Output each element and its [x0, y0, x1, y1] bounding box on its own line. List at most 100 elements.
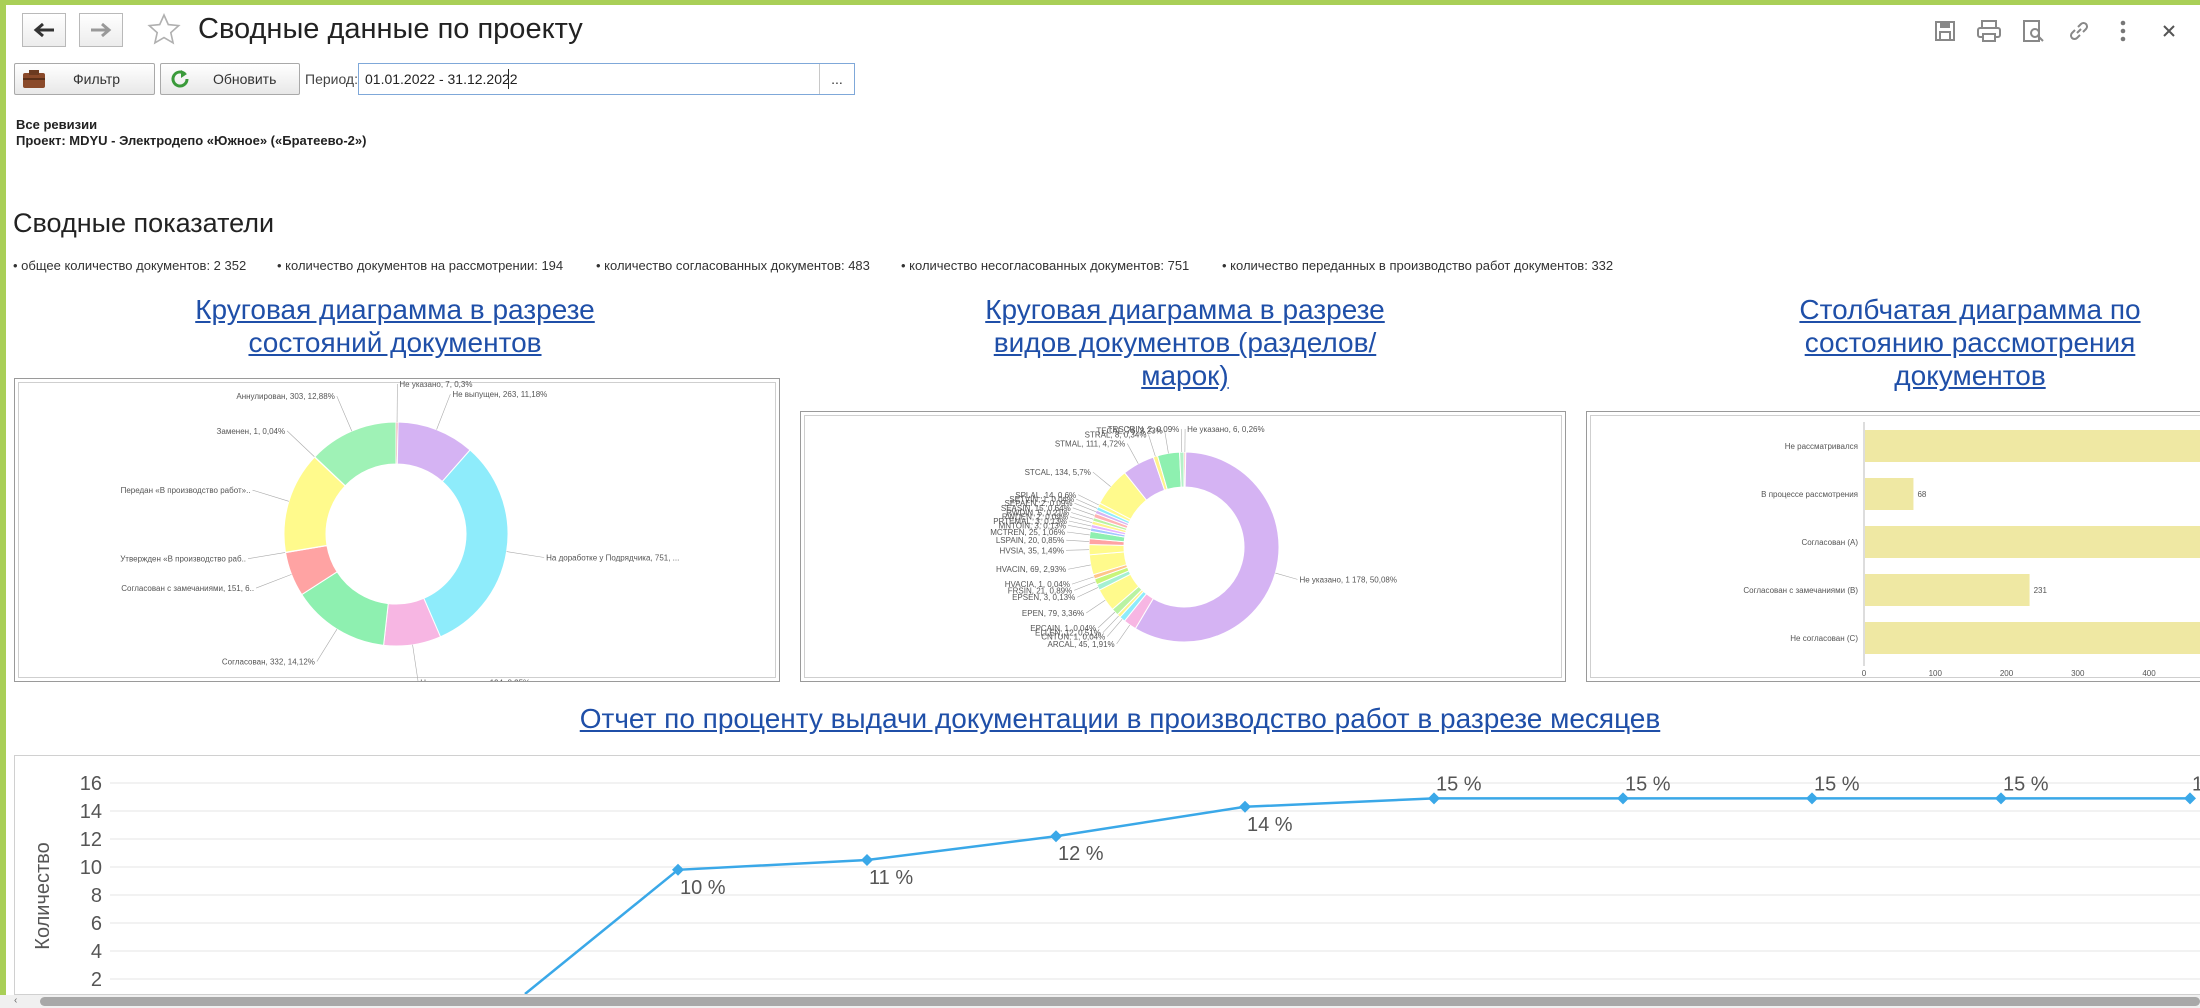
period-select-button[interactable]: ...	[819, 64, 854, 94]
types-leader	[1275, 572, 1298, 580]
review-bar-category: В процессе рассмотрения	[1761, 490, 1858, 499]
types-leader	[1071, 576, 1094, 585]
states-leader	[436, 394, 451, 430]
summary-in-review: • количество документов на рассмотрении:…	[277, 258, 564, 273]
types-slice-label: EPCAIN, 1, 0,04%	[1030, 624, 1096, 633]
review-bar-panel: Не рассматривался662В процессе рассмотре…	[1586, 411, 2200, 682]
states-leader	[252, 489, 289, 502]
review-bar-category: Не рассматривался	[1785, 442, 1858, 451]
line-point-label: 15 %	[1814, 773, 1860, 795]
project-label: Проект: MDYU - Электродепо «Южное» («Бра…	[16, 133, 367, 148]
save-icon[interactable]	[1930, 16, 1960, 46]
filter-label: Фильтр	[73, 71, 121, 87]
revisions-label: Все ревизии	[16, 117, 98, 132]
line-y-tick: 2	[91, 969, 102, 991]
line-point-label: 15 %	[1436, 773, 1482, 795]
link-states-pie[interactable]: Круговая диаграмма в разрезе состояний д…	[170, 293, 620, 359]
line-y-axis-title: Количество	[32, 842, 54, 949]
line-point-label: 15 %	[2003, 773, 2049, 795]
print-icon[interactable]	[1974, 16, 2004, 46]
monthly-line-panel: 2 4 6 8 10 12 14 16 Количество 10 % 11 % 12 % 14 % 15…	[14, 755, 2200, 995]
period-field[interactable]: 01.01.2022 - 31.12.2022 ...	[358, 63, 855, 95]
types-leader	[1066, 539, 1090, 542]
types-slice-label: HVSIA, 35, 1,49%	[1000, 546, 1064, 555]
line-series	[524, 797, 2190, 994]
review-bar	[1865, 574, 2030, 606]
types-slice-label: STCAL, 134, 5,7%	[1025, 468, 1091, 477]
states-slice-label: Не указано, 7, 0,3%	[399, 380, 472, 389]
link-icon[interactable]	[2064, 16, 2094, 46]
line-point	[1050, 830, 1062, 843]
types-leader	[1148, 434, 1156, 457]
filter-button[interactable]: Фильтр	[14, 63, 155, 95]
window-title: Сводные данные по проекту	[198, 13, 583, 45]
states-leader	[336, 396, 353, 432]
period-label: Период:	[305, 71, 358, 87]
arrow-left-icon	[33, 22, 54, 38]
period-value: 01.01.2022 - 31.12.2022	[365, 71, 518, 87]
close-icon[interactable]	[2154, 16, 2184, 46]
line-y-tick: 10	[80, 857, 102, 879]
types-leader	[1076, 498, 1098, 509]
states-slice	[423, 449, 509, 638]
line-point-label: 14 %	[1247, 814, 1293, 836]
review-bar-category: Согласован с замечаниями (В)	[1743, 586, 1858, 595]
review-bar-category: Согласован (А)	[1801, 538, 1858, 547]
states-leader	[506, 551, 545, 558]
refresh-icon	[171, 70, 189, 88]
back-button[interactable]	[22, 13, 66, 47]
forward-button[interactable]	[79, 13, 123, 47]
refresh-label: Обновить	[213, 71, 277, 87]
states-slice-label: На доработке у Подрядчика, 751, ...	[546, 553, 679, 562]
link-review-bar[interactable]: Столбчатая диаграмма по состоянию рассмо…	[1775, 293, 2165, 392]
text-cursor	[508, 69, 509, 89]
types-leader	[1086, 599, 1106, 614]
review-bar-x-tick: 300	[2071, 669, 2085, 678]
scroll-left-icon[interactable]: ‹	[14, 995, 17, 1006]
more-icon[interactable]	[2108, 16, 2138, 46]
line-y-tick: 4	[91, 941, 102, 963]
review-bar-x-tick: 100	[1929, 669, 1943, 678]
types-pie-panel: Не указано, 6, 0,26% Не указано, 1 178, 5…	[800, 411, 1566, 682]
types-slice-label: Не указано, 1 178, 50,08%	[1299, 575, 1397, 584]
review-bar-value: 68	[1917, 490, 1926, 499]
line-point-label: 15 %	[1625, 773, 1671, 795]
summary-approved: • количество согласованных документов: 4…	[596, 258, 870, 273]
types-leader	[1066, 531, 1090, 536]
types-slice-label: STMAL, 111, 4,72%	[1055, 440, 1125, 449]
types-leader	[1067, 525, 1091, 530]
favorite-button[interactable]	[146, 12, 182, 48]
states-slice-label: Согласован, 332, 14,12%	[222, 657, 315, 666]
review-bar	[1865, 622, 2200, 654]
refresh-button[interactable]: Обновить	[160, 63, 300, 95]
types-leader	[1074, 581, 1096, 591]
preview-icon[interactable]	[2018, 16, 2048, 46]
line-point-label: 10 %	[680, 877, 726, 899]
review-bar	[1865, 478, 1914, 510]
link-monthly-report[interactable]: Отчет по проценту выдачи документации в …	[560, 702, 1680, 735]
review-bar-x-tick: 0	[1862, 669, 1867, 678]
summary-rejected: • количество несогласованных документов:…	[901, 258, 1190, 273]
link-types-pie[interactable]: Круговая диаграмма в разрезе видов докум…	[960, 293, 1410, 392]
states-slice-label: Заменен, 1, 0,04%	[217, 427, 286, 436]
types-leader	[1102, 615, 1119, 633]
line-y-tick: 14	[80, 801, 102, 823]
states-slice-label: Утвержден «В производство раб..	[120, 555, 246, 564]
types-leader	[1116, 624, 1131, 645]
line-y-tick: 6	[91, 913, 102, 935]
types-slice-label: LSPAIN, 20, 0,85%	[996, 536, 1064, 545]
states-slice-label: Не выпущен, 263, 11,18%	[452, 390, 547, 399]
states-slice-label: Согласован с замечаниями, 151, 6..	[121, 584, 254, 593]
states-leader	[316, 629, 338, 662]
line-point-label: 15	[2192, 773, 2200, 795]
summary-heading: Сводные показатели	[13, 208, 275, 238]
line-point	[861, 854, 873, 866]
types-leader	[1077, 587, 1099, 598]
line-y-tick: 8	[91, 885, 102, 907]
scrollbar-thumb[interactable]	[40, 997, 2200, 1006]
types-leader	[1180, 429, 1183, 453]
review-bar-x-tick: 200	[2000, 669, 2014, 678]
horizontal-scrollbar[interactable]: ‹	[0, 995, 2200, 1008]
states-leader	[286, 430, 315, 458]
types-slice-label: HVACIN, 69, 2,93%	[996, 565, 1066, 574]
